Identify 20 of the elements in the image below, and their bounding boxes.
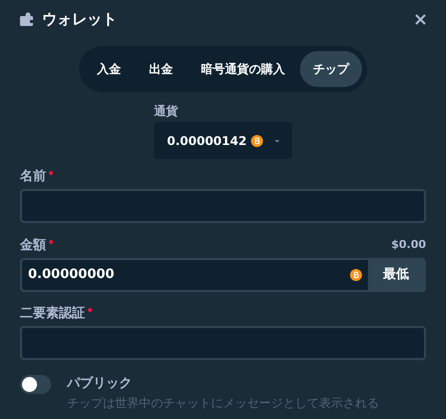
close-icon[interactable] — [415, 14, 426, 24]
currency-select[interactable]: 0.00000142 — [154, 122, 292, 159]
field-label: 二要素認証 — [20, 306, 85, 322]
toggle-label: パブリック — [67, 374, 133, 392]
currency-label: 通貨 — [154, 103, 179, 120]
tab[interactable]: チップ — [300, 51, 362, 87]
toggle-switch[interactable] — [20, 374, 51, 394]
text-field[interactable] — [20, 326, 426, 360]
tab[interactable]: 入金 — [84, 51, 134, 87]
toggle-description: チップは世界中のチャットにメッセージとして表示される — [67, 394, 379, 412]
tab[interactable]: 暗号通貨の購入 — [188, 51, 298, 87]
usd-value: $0.00 — [391, 237, 426, 253]
wallet-icon — [20, 12, 34, 26]
tab[interactable]: 出金 — [136, 51, 186, 87]
window-title: ウォレット — [42, 8, 117, 30]
bitcoin-icon — [250, 134, 263, 146]
field-label: 金額 — [20, 238, 46, 254]
text-field[interactable] — [20, 189, 426, 223]
field-label: 名前 — [20, 169, 46, 185]
chevron-down-icon — [274, 138, 279, 144]
